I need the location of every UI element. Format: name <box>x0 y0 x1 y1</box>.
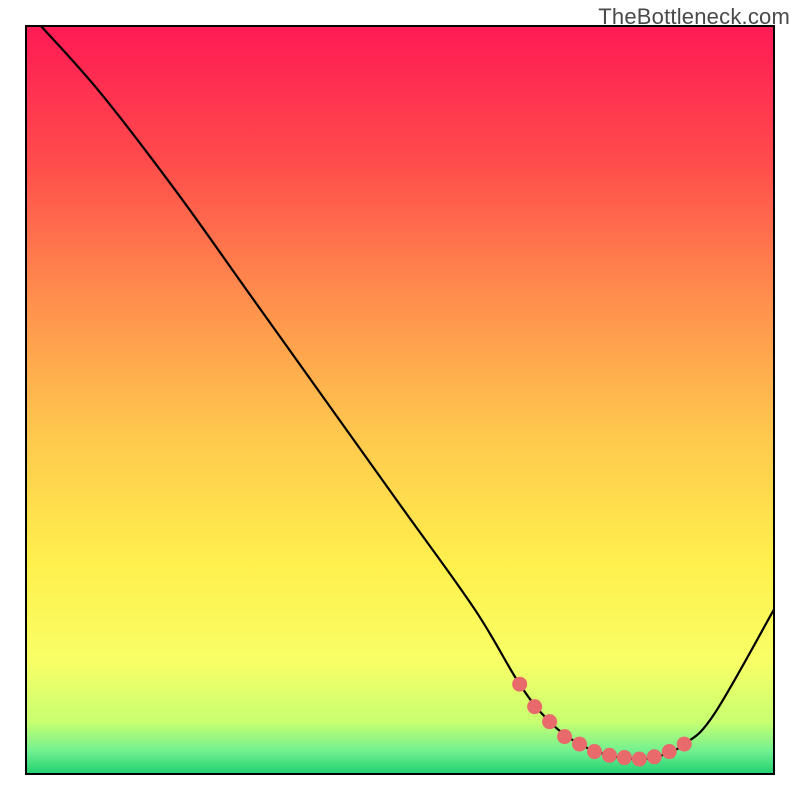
bottleneck-chart: TheBottleneck.com <box>0 0 800 800</box>
highlight-dot <box>572 737 587 752</box>
gradient-background <box>26 26 774 774</box>
highlight-dot <box>512 677 527 692</box>
highlight-dot <box>587 744 602 759</box>
highlight-dot <box>617 750 632 765</box>
highlight-dot <box>602 748 617 763</box>
highlight-dot <box>557 729 572 744</box>
highlight-dot <box>677 737 692 752</box>
watermark-text: TheBottleneck.com <box>598 4 790 30</box>
highlight-dot <box>662 744 677 759</box>
highlight-dot <box>542 714 557 729</box>
highlight-dot <box>632 752 647 767</box>
highlight-dot <box>527 699 542 714</box>
chart-svg <box>0 0 800 800</box>
highlight-dot <box>647 749 662 764</box>
